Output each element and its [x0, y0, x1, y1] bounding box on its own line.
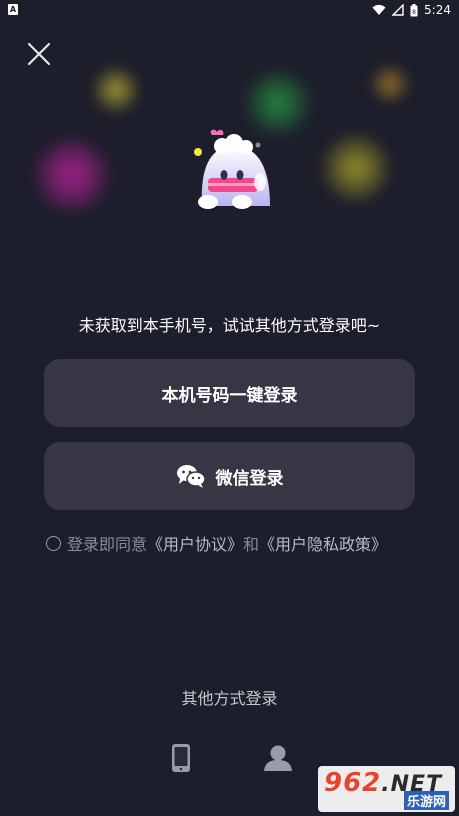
decorative-glow — [32, 135, 112, 215]
agreement-row: 登录即同意 《用户协议》 和 《用户隐私政策》 — [46, 532, 387, 554]
user-agreement-link[interactable]: 《用户协议》 — [147, 531, 243, 555]
user-account-icon — [264, 745, 292, 771]
decorative-glow — [370, 64, 410, 104]
battery-level: 8 — [412, 9, 416, 16]
wechat-login-button[interactable]: 微信登录 — [44, 442, 415, 510]
site-watermark: 962.NET 乐游网 — [318, 766, 455, 812]
decorative-glow — [92, 66, 140, 114]
phone-login-label: 本机号码一键登录 — [161, 385, 298, 406]
agreement-and: 和 — [243, 535, 260, 554]
wechat-login-label: 微信登录 — [215, 468, 284, 489]
watermark-number: 962 — [324, 768, 382, 798]
watermark-sub: 乐游网 — [403, 791, 449, 810]
mobile-phone-icon — [172, 744, 190, 772]
wechat-icon — [176, 465, 206, 488]
account-login-option[interactable] — [261, 741, 295, 775]
phone-one-click-login-button[interactable]: 本机号码一键登录 — [44, 359, 415, 427]
phone-login-option[interactable] — [164, 741, 198, 775]
close-icon — [27, 42, 51, 66]
status-time: 5:24 — [424, 3, 451, 17]
mascot-illustration — [188, 128, 278, 214]
login-hint-text: 未获取到本手机号，试试其他方式登录吧~ — [78, 316, 381, 335]
wifi-icon — [372, 4, 386, 16]
agreement-checkbox[interactable] — [46, 535, 61, 551]
agreement-prefix: 登录即同意 — [67, 535, 148, 554]
other-login-methods-title: 其他方式登录 — [181, 689, 278, 708]
app-notification-icon: A — [8, 4, 18, 15]
privacy-policy-link[interactable]: 《用户隐私政策》 — [259, 531, 387, 555]
close-button[interactable] — [25, 40, 53, 68]
decorative-glow — [320, 132, 392, 204]
signal-icon — [392, 4, 404, 16]
battery-icon: 8 — [410, 3, 418, 17]
status-bar: A 8 5:24 — [0, 0, 459, 20]
